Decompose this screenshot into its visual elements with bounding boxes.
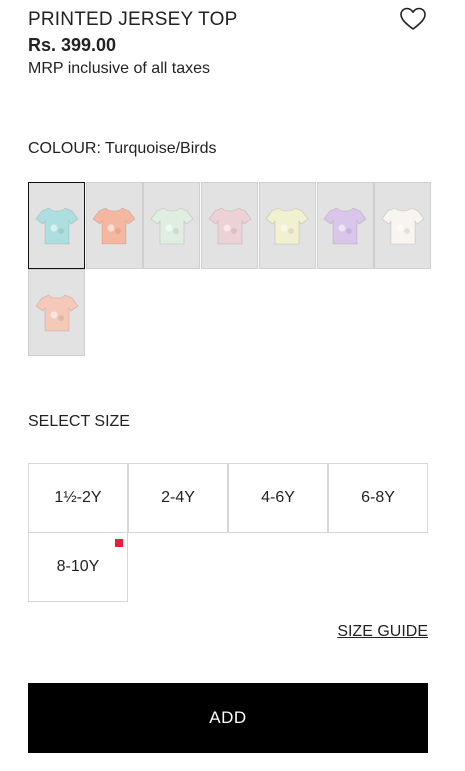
tshirt-icon (208, 206, 252, 244)
size-option-label: 4-6Y (261, 489, 295, 506)
product-title: PRINTED JERSEY TOP (28, 9, 238, 30)
product-price: Rs. 399.00 (28, 35, 117, 55)
tshirt-icon (323, 206, 367, 244)
size-option-label: 6-8Y (361, 489, 395, 506)
tshirt-icon (34, 293, 79, 331)
colour-label: COLOUR: Turquoise/Birds (28, 140, 217, 157)
tshirt-icon (92, 206, 136, 244)
colour-swatch[interactable] (143, 182, 201, 269)
colour-swatch[interactable] (28, 182, 85, 269)
add-to-bag-button[interactable]: ADD (28, 683, 428, 753)
colour-swatch[interactable] (85, 182, 143, 269)
tshirt-icon (265, 206, 309, 244)
tshirt-icon (34, 206, 79, 244)
colour-swatch[interactable] (374, 182, 432, 269)
size-label: SELECT SIZE (28, 413, 130, 430)
size-option-label: 2-4Y (161, 489, 195, 506)
colour-swatch[interactable] (28, 269, 85, 356)
size-option[interactable]: 2-4Y (128, 463, 228, 533)
low-stock-indicator (115, 539, 123, 547)
heart-icon (400, 7, 426, 30)
size-option[interactable]: 6-8Y (328, 463, 428, 533)
colour-swatch[interactable] (316, 182, 374, 269)
colour-swatch[interactable] (201, 182, 259, 269)
colour-swatch[interactable] (258, 182, 316, 269)
favorite-button[interactable] (399, 6, 427, 32)
size-option-label: 1½-2Y (54, 489, 102, 506)
tshirt-icon (150, 206, 194, 244)
size-guide-link[interactable]: SIZE GUIDE (337, 623, 428, 641)
tax-note: MRP inclusive of all taxes (28, 60, 210, 77)
size-option[interactable]: 1½-2Y (28, 463, 128, 533)
size-option-label: 8-10Y (56, 558, 100, 575)
size-option[interactable]: 4-6Y (228, 463, 328, 533)
size-option[interactable]: 8-10Y (28, 532, 128, 602)
tshirt-icon (381, 206, 425, 244)
